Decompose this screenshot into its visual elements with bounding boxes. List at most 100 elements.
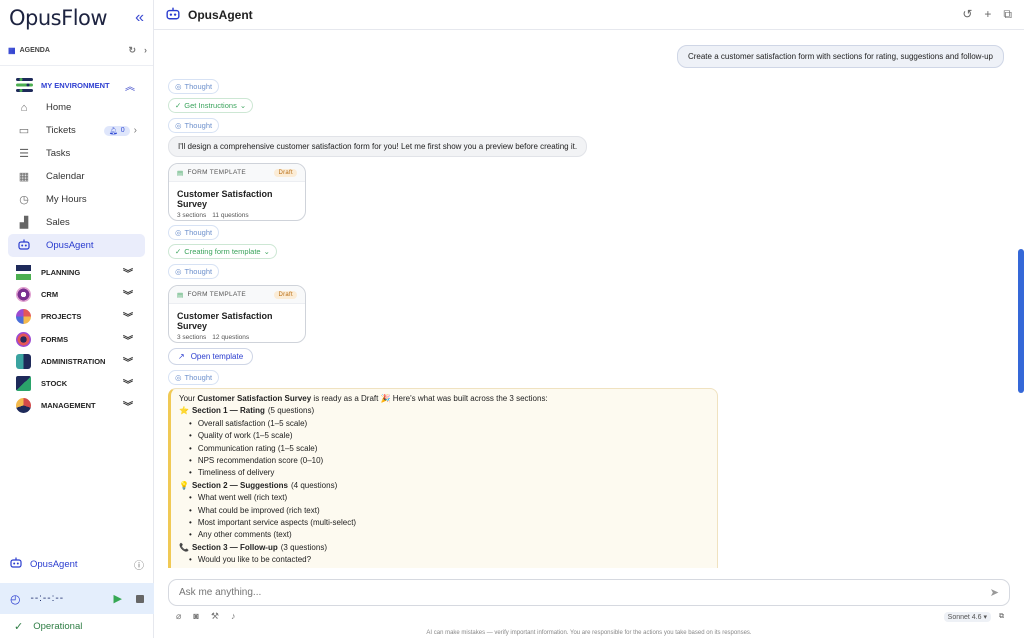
copy-icon[interactable]: ⧉ [1003, 7, 1012, 22]
list-item: Quality of work (1–5 scale) [191, 430, 709, 442]
thought-pill[interactable]: ◎ Thought [168, 264, 220, 279]
sidebar-item-home[interactable]: ⌂ Home [8, 96, 145, 119]
chevron-up-icon: ︽ [125, 81, 135, 93]
card-type: FORM TEMPLATE [187, 291, 247, 298]
new-chat-icon[interactable]: + [984, 7, 991, 22]
module-label: CRM [41, 289, 59, 299]
history-icon[interactable]: ↺ [962, 7, 972, 22]
chevron-right-icon[interactable]: › [144, 45, 147, 56]
chevron-right-icon[interactable]: › [134, 125, 137, 136]
sidebar-nav: MY ENVIRONMENT ︽ ⌂ Home ▭ Tickets 🔔︎ 0 › … [0, 66, 153, 423]
agenda-row[interactable]: ▦ AGENDA ↻ › [0, 36, 153, 66]
home-icon: ⌂ [20, 101, 28, 114]
sidebar-item-label: Home [46, 102, 72, 113]
intro-text-end: is ready as a Draft 🎉 Here's what was bu… [311, 394, 548, 403]
chat-scrollbar[interactable] [1018, 31, 1024, 567]
sidebar-item-label: Tickets [46, 125, 76, 136]
bulb-icon: ◎ [175, 373, 182, 382]
module-crm[interactable]: CRM ︾ [8, 283, 145, 305]
card-title: Customer Satisfaction Survey [177, 311, 273, 331]
tickets-count: 0 [120, 126, 125, 134]
time-tracker: ◴ --:--:-- ▶ [0, 583, 154, 614]
section-items: Overall satisfaction (1–5 scale) Quality… [191, 418, 709, 480]
collapse-sidebar-icon[interactable]: « [135, 9, 144, 27]
tools-icon[interactable]: ⚒ [211, 611, 219, 622]
form-template-card[interactable]: ▤ FORM TEMPLATE Draft Customer Satisfactio… [168, 163, 306, 221]
sidebar-item-my-hours[interactable]: ◷ My Hours [8, 188, 145, 211]
chat-input[interactable] [179, 587, 779, 598]
chevron-double-down-icon: ︾ [123, 335, 133, 347]
calendar-icon: ▦ [18, 171, 30, 183]
bell-icon: 🔔︎ [108, 127, 118, 135]
thought-pill[interactable]: ◎ Thought [168, 370, 220, 385]
sidebar: OpusFlow « ▦ AGENDA ↻ › MY ENVIRONMENT ︽ [0, 0, 154, 638]
sidebar-item-label: My Hours [46, 194, 87, 205]
thought-pill[interactable]: ◎ Thought [168, 225, 220, 240]
scrollbar-thumb[interactable] [1018, 249, 1024, 393]
module-stock[interactable]: STOCK ︾ [8, 372, 145, 394]
logo-row: OpusFlow « [0, 0, 153, 36]
check-circle-icon: ✓ [14, 620, 24, 633]
sidebar-footer: OpusAgent ⓘ ◴ --:--:-- ▶ ✓ Operational [0, 551, 154, 638]
status-indicator: ✓ Operational [0, 614, 154, 638]
module-administration[interactable]: ADMINISTRATION ︾ [8, 350, 145, 372]
module-projects[interactable]: PROJECTS ︾ [8, 306, 145, 328]
thought-label: Thought [184, 373, 213, 382]
module-label: ADMINISTRATION [41, 356, 106, 366]
section-count: (4 questions) [290, 480, 338, 490]
assistant-message: I'll design a comprehensive customer sat… [168, 136, 588, 157]
section-items: Would you like to be contacted? [191, 554, 709, 566]
sidebar-item-calendar[interactable]: ▦ Calendar [8, 165, 145, 188]
refresh-icon[interactable]: ↻ [128, 45, 136, 56]
stock-icon [16, 376, 31, 392]
list-item: What could be improved (rich text) [191, 505, 709, 517]
opusagent-shortcut[interactable]: OpusAgent ⓘ [0, 551, 154, 577]
module-label: PROJECTS [41, 312, 82, 322]
model-dropdown[interactable]: Sonnet 4.6 ▾ [943, 612, 991, 622]
expand-icon[interactable]: ⧉ [999, 613, 1004, 621]
camera-icon[interactable]: ◙ [193, 611, 198, 622]
composer-tools: ⌀ ◙ ⚒ ♪ [176, 611, 235, 622]
sidebar-item-sales[interactable]: ▟ Sales [8, 211, 145, 234]
sidebar-item-tasks[interactable]: ☰ Tasks [8, 142, 145, 165]
chevron-double-down-icon: ︾ [123, 313, 133, 325]
management-icon [16, 398, 31, 414]
send-icon[interactable]: ➤ [990, 586, 999, 599]
section-items: What went well (rich text) What could be… [191, 492, 709, 542]
section-heading: 💡 Section 2 — Suggestions (4 questions) [179, 480, 709, 492]
get-instructions-pill[interactable]: ✓ Get Instructions ⌄ [168, 98, 254, 113]
my-environment-toggle[interactable]: MY ENVIRONMENT ︽ [8, 74, 145, 96]
module-label: MANAGEMENT [41, 401, 96, 411]
thought-label: Thought [184, 267, 213, 276]
composer: ➤ [168, 579, 1010, 606]
section-heading: ⭐ Section 1 — Rating (5 questions) [179, 405, 709, 417]
info-icon[interactable]: ⓘ [134, 557, 144, 572]
module-management[interactable]: MANAGEMENT ︾ [8, 395, 145, 417]
form-template-card[interactable]: ▤ FORM TEMPLATE Draft Customer Satisfactio… [168, 285, 306, 343]
attach-icon[interactable]: ⌀ [176, 611, 181, 622]
card-questions: 12 questions [212, 334, 250, 341]
page-title: OpusAgent [188, 7, 253, 22]
chevron-double-down-icon: ︾ [123, 357, 133, 369]
sidebar-item-tickets[interactable]: ▭ Tickets 🔔︎ 0 › [8, 119, 145, 142]
module-label: FORMS [41, 334, 69, 344]
thought-label: Thought [184, 82, 213, 91]
stopwatch-icon: ◴ [10, 591, 21, 606]
section-title: Section 2 — Suggestions [191, 480, 288, 490]
play-icon[interactable]: ▶ [114, 592, 122, 605]
chevron-double-down-icon: ︾ [123, 268, 133, 280]
module-planning[interactable]: PLANNING ︾ [8, 261, 145, 283]
section-heading: 📞 Section 3 — Follow-up (3 questions) [179, 542, 709, 554]
bulb-icon: ◎ [175, 267, 182, 276]
tasks-icon: ☰ [19, 148, 29, 160]
thought-pill[interactable]: ◎ Thought [168, 118, 220, 133]
thought-pill[interactable]: ◎ Thought [168, 79, 220, 94]
open-template-button[interactable]: ↗ Open template [168, 348, 254, 365]
stop-icon[interactable] [136, 594, 144, 603]
projects-icon [16, 309, 31, 325]
microphone-icon[interactable]: ♪ [231, 611, 236, 622]
module-forms[interactable]: FORMS ︾ [8, 328, 145, 350]
creating-template-pill[interactable]: ✓ Creating form template ⌄ [168, 244, 277, 259]
module-label: STOCK [41, 379, 68, 389]
sidebar-item-opusagent[interactable]: OpusAgent [8, 234, 145, 257]
